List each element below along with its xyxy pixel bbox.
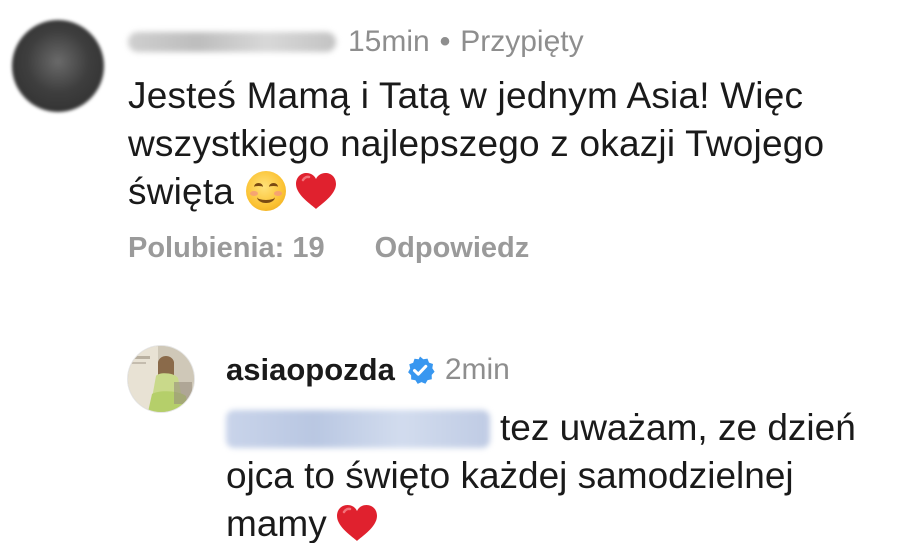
reply-text: tez uważam, ze dzień ojca to święto każd… <box>226 404 886 543</box>
reply-line-3: mamy <box>226 500 886 543</box>
red-heart-emoji-icon <box>336 505 377 541</box>
verified-badge-icon <box>407 356 435 384</box>
reply-button[interactable]: Odpowiedz <box>375 232 530 265</box>
reply-time: 2min <box>444 353 510 386</box>
red-heart-emoji-icon <box>296 173 337 209</box>
comments-thread: 15min • Przypięty Jesteś Mamą i Tatą w j… <box>0 0 900 543</box>
blurred-username[interactable] <box>128 32 336 52</box>
comment-time: 15min <box>348 25 430 58</box>
comment-header: 15min • Przypięty <box>128 22 584 62</box>
comment-actions: Polubienia: 19 Odpowiedz <box>128 228 529 268</box>
comment-line-2: wszystkiego najlepszego z okazji Twojego <box>128 123 825 164</box>
avatar-photo <box>128 346 194 412</box>
likes-count-link[interactable]: Polubienia: 19 <box>128 232 325 265</box>
comment-line-3: święta <box>128 168 888 216</box>
commenter-avatar[interactable] <box>12 20 104 112</box>
reply-line-1: tez uważam, ze dzień <box>226 404 886 452</box>
reply-line-2: ojca to święto każdej samodzielnej <box>226 455 794 496</box>
reply-avatar[interactable] <box>128 346 194 412</box>
pinned-label: Przypięty <box>460 25 584 58</box>
header-separator: • <box>439 25 451 58</box>
reply-line-3-text: mamy <box>226 503 327 543</box>
comment-line-3-text: święta <box>128 171 235 212</box>
smiling-face-emoji-icon <box>246 171 287 211</box>
blurred-mention-link[interactable] <box>226 410 490 448</box>
comment-line-1: Jesteś Mamą i Tatą w jednym Asia! Więc <box>128 75 804 116</box>
reply-header: asiaopozda 2min <box>226 350 510 390</box>
reply-username[interactable]: asiaopozda <box>226 352 395 388</box>
comment-text: Jesteś Mamą i Tatą w jednym Asia! Więc w… <box>128 72 888 216</box>
reply-line-1-text: tez uważam, ze dzień <box>500 407 856 448</box>
